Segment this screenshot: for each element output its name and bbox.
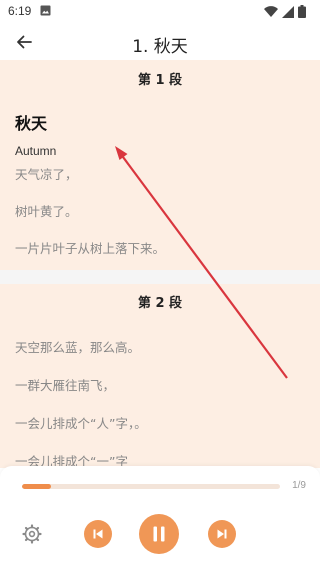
page-title: 1. 秋天 — [132, 37, 188, 57]
progress-track[interactable] — [22, 484, 280, 489]
section-card-2[interactable]: 第 2 段 天空那么蓝，那么高。 一群大雁往南飞， 一会儿排成个“人”字，。 一… — [0, 284, 320, 468]
section-heading: 第 1 段 — [137, 73, 183, 88]
gear-icon — [22, 524, 42, 544]
text-line[interactable]: 天空那么蓝，那么高。 — [15, 337, 320, 356]
pause-icon — [153, 526, 165, 542]
text-line[interactable]: 天气凉了， — [15, 164, 320, 183]
settings-button[interactable] — [21, 523, 43, 545]
text-line[interactable]: 树叶黄了。 — [15, 201, 320, 220]
status-time: 6:19 — [8, 4, 32, 18]
status-bar: 6:19 — [0, 0, 320, 24]
next-button[interactable] — [208, 520, 236, 548]
text-line[interactable]: 一会儿排成个“人”字，。 — [15, 413, 320, 432]
image-notification-icon — [40, 5, 51, 16]
lesson-title: 秋天 — [15, 114, 48, 133]
audio-player-panel: 1/9 — [0, 466, 320, 568]
pause-button[interactable] — [139, 514, 179, 554]
progress-fill — [22, 484, 51, 489]
status-icons — [264, 5, 306, 18]
progress-counter: 1/9 — [292, 480, 306, 491]
lesson-content[interactable]: 第 1 段 秋天 Autumn 天气凉了， 树叶黄了。 一片片叶子从树上落下来。… — [0, 60, 320, 468]
previous-button[interactable] — [84, 520, 112, 548]
wifi-icon — [264, 5, 278, 17]
text-line[interactable]: 一片片叶子从树上落下来。 — [15, 238, 320, 257]
lesson-subtitle: Autumn — [15, 144, 57, 158]
app-bar: 1. 秋天 — [0, 24, 320, 60]
section-heading: 第 2 段 — [137, 296, 183, 311]
battery-icon — [298, 5, 306, 18]
section-card-1[interactable]: 第 1 段 秋天 Autumn 天气凉了， 树叶黄了。 一片片叶子从树上落下来。 — [0, 60, 320, 270]
cellular-signal-icon — [282, 5, 294, 18]
skip-next-icon — [217, 529, 227, 539]
text-line[interactable]: 一群大雁往南飞， — [15, 375, 320, 394]
skip-previous-icon — [93, 529, 103, 539]
